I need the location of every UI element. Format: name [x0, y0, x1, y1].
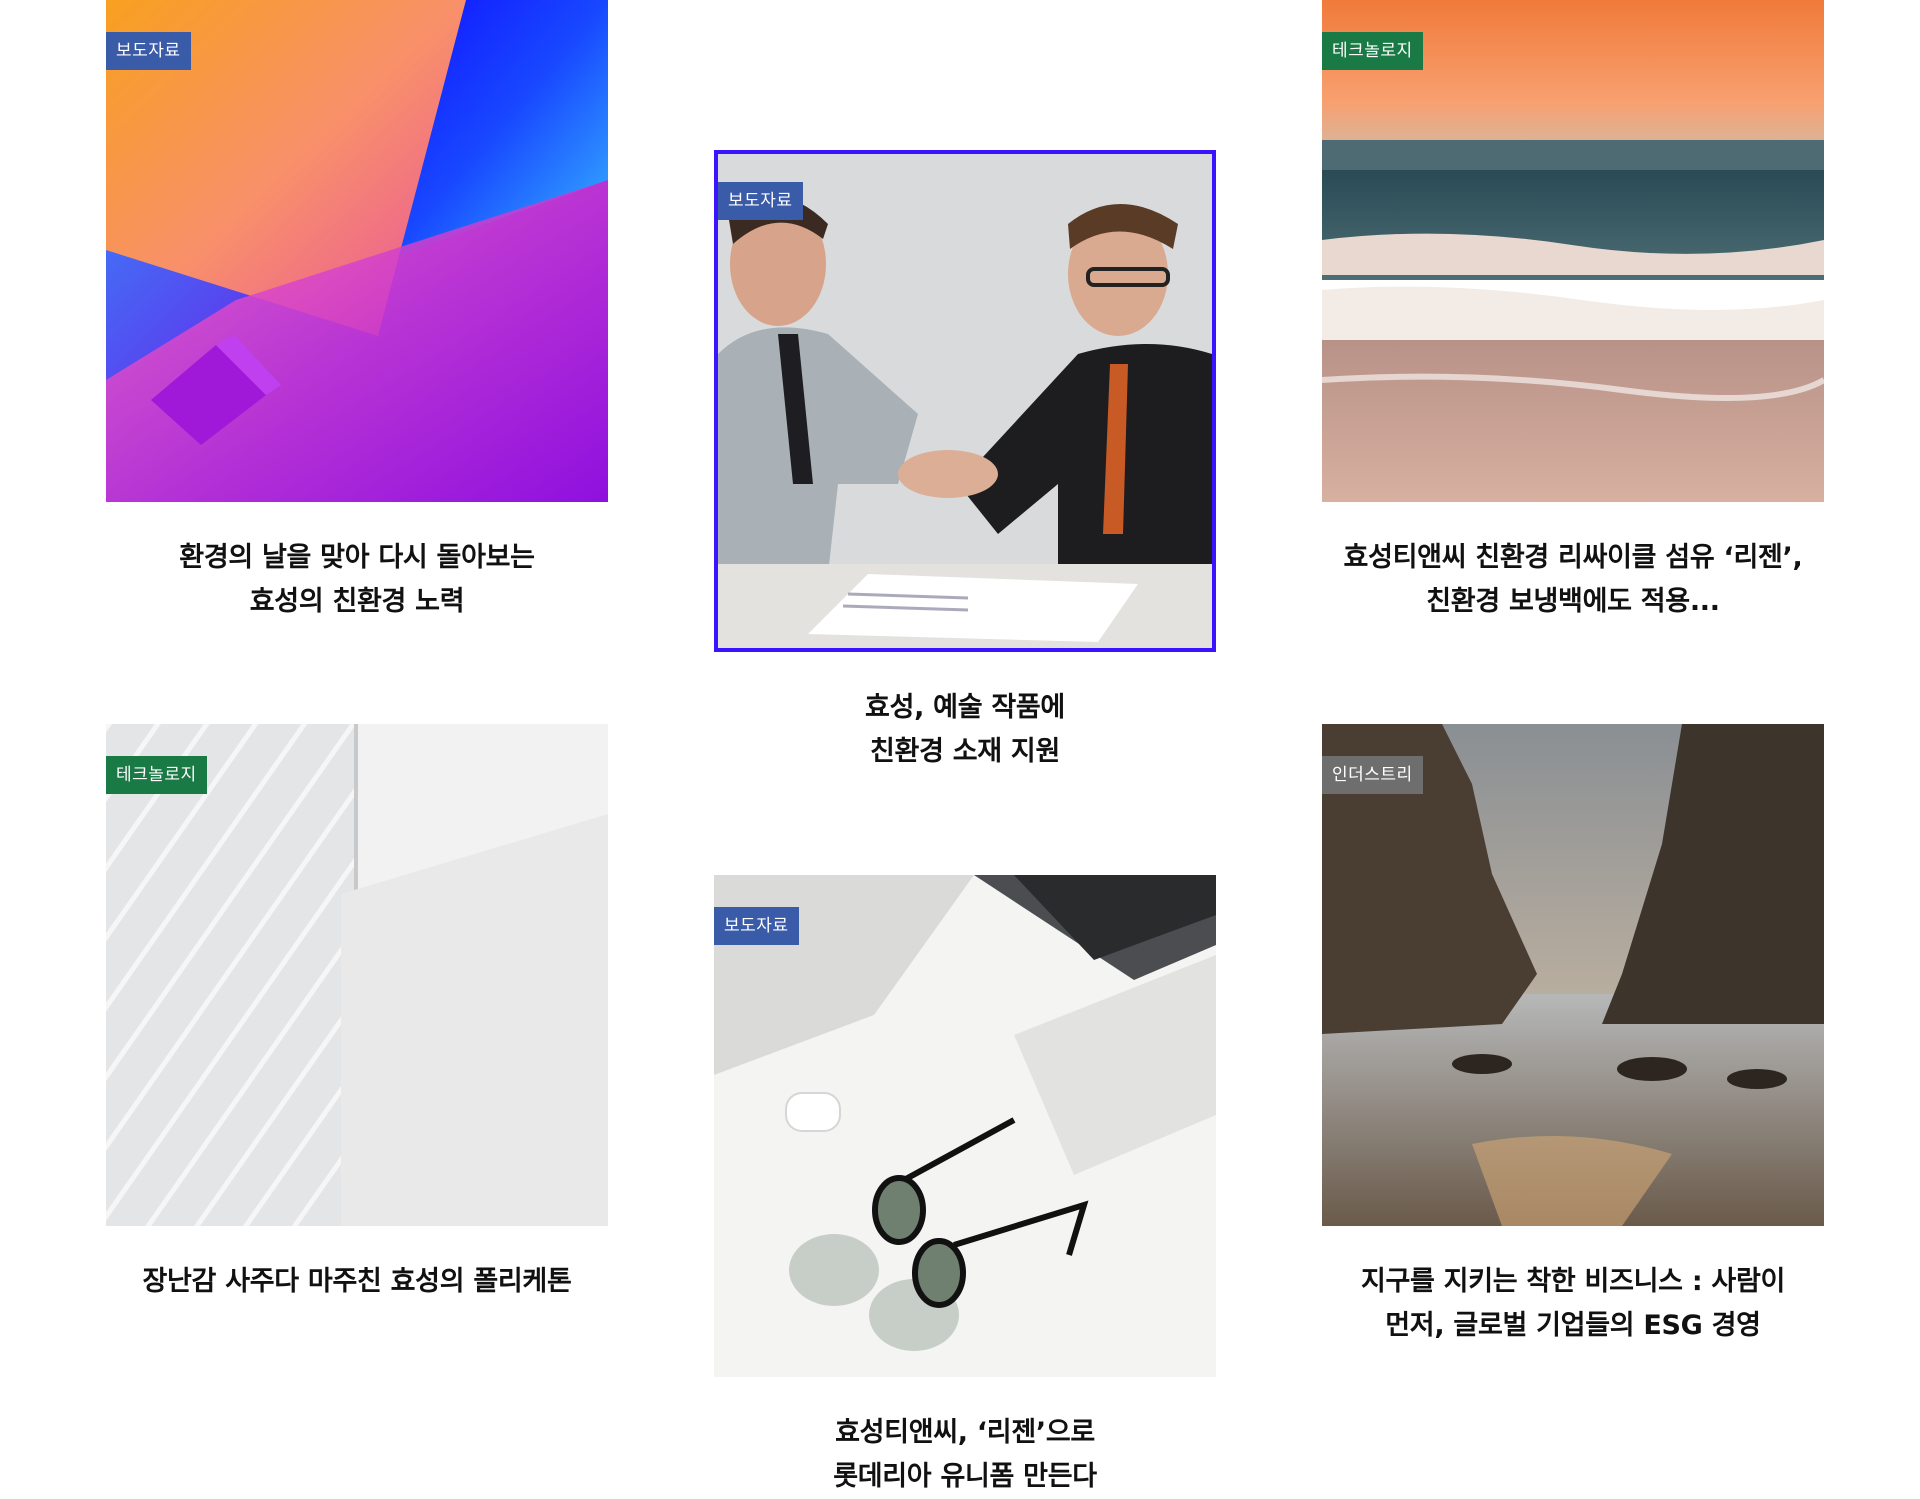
category-badge[interactable]: 테크놀로지 — [1322, 32, 1423, 70]
article-thumbnail-glasses-desk[interactable]: 보도자료 — [714, 875, 1216, 1377]
article-title[interactable]: 효성티앤씨 친환경 리싸이클 섬유 ‘리젠’, 친환경 보냉백에도 적용... — [1322, 536, 1824, 624]
article-card[interactable]: 인더스트리 지구를 지키는 착한 비즈니스 : 사람이 먼저, 글로벌 기업들의… — [1322, 724, 1824, 1348]
category-badge[interactable]: 테크놀로지 — [106, 756, 207, 794]
article-thumbnail-white-architecture[interactable]: 테크놀로지 — [106, 724, 608, 1226]
category-badge[interactable]: 보도자료 — [718, 182, 803, 220]
article-title[interactable]: 효성티앤씨, ‘리젠’으로 롯데리아 유니폼 만든다 — [714, 1411, 1216, 1499]
article-thumbnail-rocky-beach[interactable]: 인더스트리 — [1322, 724, 1824, 1226]
glasses-desk-photo-image — [714, 875, 1216, 1377]
article-title-line: 친환경 보냉백에도 적용... — [1426, 586, 1720, 617]
article-card[interactable]: 보도자료 환경의 날을 맞아 다시 돌아보는 효성의 친환경 노력 — [106, 0, 608, 624]
article-title-line: 먼저, 글로벌 기업들의 ESG 경영 — [1385, 1310, 1761, 1341]
white-architecture-photo-image — [106, 724, 608, 1226]
article-title[interactable]: 환경의 날을 맞아 다시 돌아보는 효성의 친환경 노력 — [106, 536, 608, 624]
article-card[interactable]: 보도자료 효성티앤씨, ‘리젠’으로 롯데리아 유니폼 만든다 — [714, 875, 1216, 1499]
article-title-line: 효성티앤씨 친환경 리싸이클 섬유 ‘리젠’, — [1343, 542, 1803, 573]
abstract-gradient-image — [106, 0, 608, 502]
article-title-line: 친환경 소재 지원 — [870, 736, 1060, 767]
article-title-line: 장난감 사주다 마주친 효성의 폴리케톤 — [142, 1266, 572, 1297]
article-title-line: 지구를 지키는 착한 비즈니스 : 사람이 — [1360, 1266, 1786, 1297]
category-badge[interactable]: 인더스트리 — [1322, 756, 1423, 794]
article-card[interactable]: 테크놀로지 효성티앤씨 친환경 리싸이클 섬유 ‘리젠’, 친환경 보냉백에도 … — [1322, 0, 1824, 624]
sunset-sea-photo-image — [1322, 0, 1824, 502]
article-title-line: 효성의 친환경 노력 — [249, 586, 465, 617]
article-title[interactable]: 장난감 사주다 마주친 효성의 폴리케톤 — [106, 1260, 608, 1304]
article-title-line: 효성, 예술 작품에 — [865, 692, 1065, 723]
handshake-photo-image — [718, 154, 1212, 648]
category-badge[interactable]: 보도자료 — [714, 907, 799, 945]
article-thumbnail-abstract[interactable]: 보도자료 — [106, 0, 608, 502]
category-badge[interactable]: 보도자료 — [106, 32, 191, 70]
article-title-line: 환경의 날을 맞아 다시 돌아보는 — [179, 542, 535, 573]
article-thumbnail-sunset-sea[interactable]: 테크놀로지 — [1322, 0, 1824, 502]
article-title-line: 효성티앤씨, ‘리젠’으로 — [835, 1417, 1095, 1448]
rocky-beach-photo-image — [1322, 724, 1824, 1226]
article-title-line: 롯데리아 유니폼 만든다 — [833, 1461, 1097, 1492]
article-thumbnail-handshake[interactable]: 보도자료 — [714, 150, 1216, 652]
article-card[interactable]: 테크놀로지 장난감 사주다 마주친 효성의 폴리케톤 — [106, 724, 608, 1304]
article-title[interactable]: 지구를 지키는 착한 비즈니스 : 사람이 먼저, 글로벌 기업들의 ESG 경… — [1322, 1260, 1824, 1348]
article-title[interactable]: 효성, 예술 작품에 친환경 소재 지원 — [714, 686, 1216, 774]
article-card[interactable]: 보도자료 효성, 예술 작품에 친환경 소재 지원 — [714, 150, 1216, 774]
